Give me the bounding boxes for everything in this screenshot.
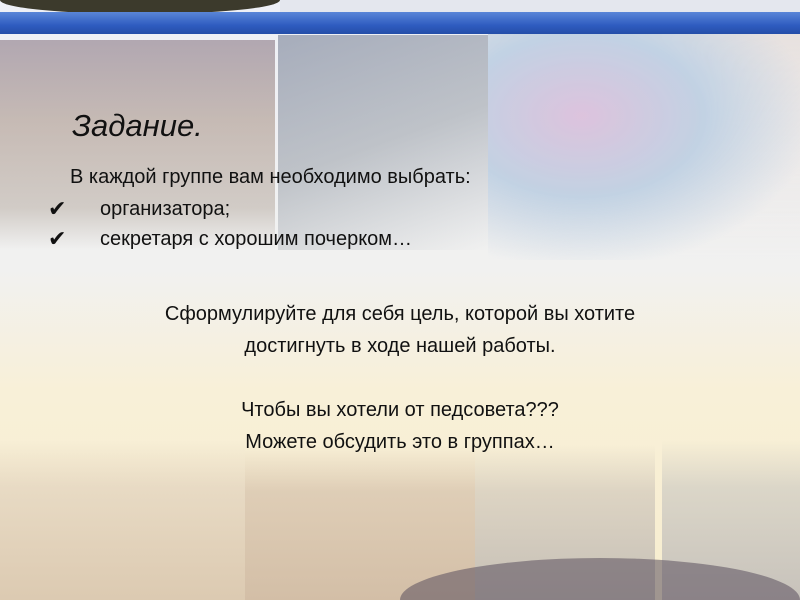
- checkmark-icon: ✔: [48, 226, 67, 251]
- discuss-line: Можете обсудить это в группах…: [245, 431, 555, 453]
- list-item-label: секретаря с хорошим почерком…: [100, 227, 413, 250]
- question-text: Чтобы вы хотели от педсовета??? Можете о…: [0, 394, 800, 458]
- checkmark-icon: ✔: [48, 196, 67, 221]
- task-list: ✔ организатора; ✔ секретаря с хорошим поче…: [48, 194, 412, 254]
- list-item: ✔ организатора;: [48, 194, 412, 224]
- slide-title: Задание.: [72, 108, 203, 143]
- goal-text: Сформулируйте для себя цель, которой вы …: [0, 298, 800, 362]
- photo-children-hands: [0, 440, 245, 600]
- intro-text: В каждой группе вам необходимо выбрать:: [70, 166, 471, 188]
- photo-crafts: [488, 20, 800, 260]
- question-line: Чтобы вы хотели от педсовета???: [241, 399, 559, 421]
- goal-line: достигнуть в ходе нашей работы.: [244, 335, 556, 357]
- goal-line: Сформулируйте для себя цель, которой вы …: [164, 303, 636, 325]
- list-item-label: организатора;: [100, 197, 231, 220]
- list-item: ✔ секретаря с хорошим почерком…: [48, 224, 412, 254]
- header-band: [0, 12, 800, 34]
